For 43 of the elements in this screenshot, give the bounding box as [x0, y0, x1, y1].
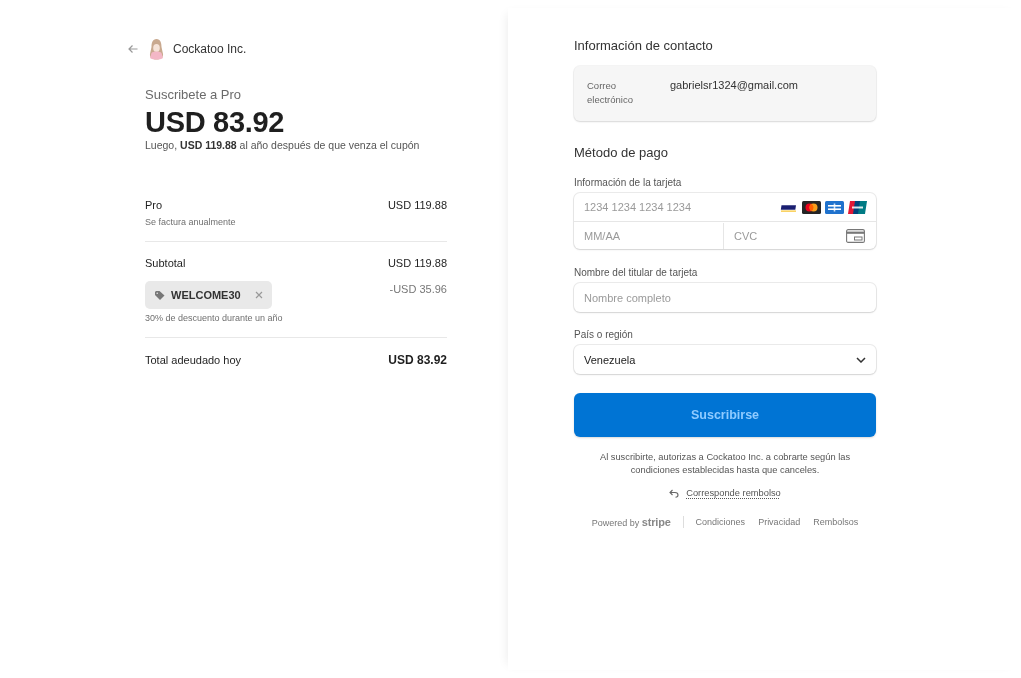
- card-back-icon: [846, 228, 865, 243]
- footer-link[interactable]: Privacidad: [758, 517, 801, 527]
- subscribe-button[interactable]: Suscribirse: [574, 393, 876, 437]
- footer-link[interactable]: Rembolsos: [813, 517, 859, 527]
- chevron-down-icon: [856, 356, 866, 363]
- card-brand-icon: [825, 200, 844, 214]
- subtotal-amount: USD 119.88: [387, 257, 447, 269]
- powered-by-text: Powered by stripe: [591, 516, 671, 528]
- price-note: Luego, USD 119.88 al año después de que venza el cupón: [145, 139, 421, 151]
- undo-arrow-icon: [669, 488, 680, 498]
- field-label: País o región: [574, 329, 634, 340]
- coupon-code: WELCOME30: [171, 289, 241, 301]
- back-arrow-icon[interactable]: [128, 44, 138, 54]
- card-brand-icon: [802, 200, 821, 214]
- footer-link[interactable]: Condiciones: [695, 517, 746, 527]
- card-brand-icon: [848, 200, 867, 214]
- total-label: Total adeudado hoy: [145, 354, 242, 366]
- section-heading: Método de pago: [574, 145, 669, 160]
- logo-icon: [148, 38, 165, 60]
- email-value: gabrielsr1324@gmail.com: [670, 79, 798, 93]
- subscription-title: Suscribete a Pro: [145, 87, 243, 102]
- refund-link[interactable]: Corresponde rembolso: [686, 488, 781, 498]
- total-amount: USD 83.92: [388, 353, 447, 367]
- tag-icon: [155, 290, 165, 300]
- close-icon[interactable]: [254, 291, 263, 299]
- discount-amount: -USD 35.96: [389, 283, 447, 295]
- subtotal-label: Subtotal: [145, 257, 186, 269]
- billing-note: Se factura anualmente: [145, 217, 237, 227]
- section-heading: Información de contacto: [574, 38, 714, 53]
- coupon-note: 30% de descuento durante un año: [145, 313, 284, 323]
- field-label: Nombre del titular de tarjeta: [574, 267, 699, 278]
- email-label: Correo electrónico: [587, 79, 634, 107]
- legal-text: Al suscribirte, autorizas a Cockatoo Inc. a cobrarte según las condiciones establecidas hasta que canceles.: [598, 451, 852, 477]
- product-name: Pro: [145, 199, 163, 211]
- product-price: USD 119.88: [387, 199, 447, 211]
- cvc-field[interactable]: CVC: [724, 222, 846, 249]
- country-select[interactable]: Venezuela: [574, 345, 876, 374]
- total-price: USD 83.92: [145, 105, 286, 139]
- field-label: Información de la tarjeta: [574, 177, 683, 188]
- cardholder-name-field[interactable]: Nombre completo: [574, 283, 876, 312]
- merchant-name: Cockatoo Inc.: [173, 42, 247, 56]
- expiry-field[interactable]: MM/AA: [574, 222, 724, 249]
- card-number-field[interactable]: 1234 1234 1234 1234: [574, 194, 779, 220]
